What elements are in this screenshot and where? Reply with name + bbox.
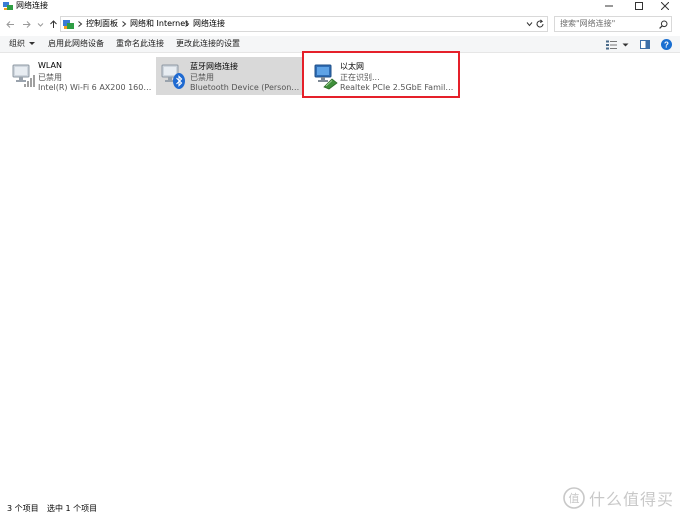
breadcrumb-network-connections[interactable]: 网络连接 bbox=[193, 17, 225, 31]
address-row: 控制面板 网络和 Internet 网络连接 搜索"网络连接" bbox=[0, 12, 680, 36]
arrow-right-icon bbox=[22, 20, 31, 28]
arrow-up-icon bbox=[49, 19, 57, 28]
chevron-right-icon bbox=[185, 21, 190, 27]
connection-name: 蓝牙网络连接 bbox=[190, 62, 238, 71]
control-panel-icon bbox=[63, 20, 74, 29]
recent-locations-button[interactable] bbox=[34, 17, 46, 31]
selected-count: 选中 1 个项目 bbox=[47, 504, 98, 513]
help-button[interactable]: ? bbox=[661, 39, 672, 50]
svg-text:?: ? bbox=[664, 40, 669, 49]
change-settings-button[interactable]: 更改此连接的设置 bbox=[176, 36, 240, 52]
connection-device: Intel(R) Wi-Fi 6 AX200 160MHz bbox=[38, 83, 154, 92]
chevron-down-icon bbox=[29, 42, 35, 45]
forward-button[interactable] bbox=[20, 17, 32, 31]
search-icon[interactable] bbox=[659, 20, 668, 29]
search-placeholder: 搜索"网络连接" bbox=[560, 19, 616, 28]
network-connections-icon bbox=[3, 2, 13, 10]
chevron-down-icon[interactable] bbox=[526, 21, 533, 27]
organize-menu[interactable]: 组织 bbox=[9, 36, 35, 52]
breadcrumb-control-panel[interactable]: 控制面板 bbox=[86, 17, 118, 31]
chevron-right-icon bbox=[122, 21, 127, 27]
close-button[interactable] bbox=[650, 0, 680, 12]
title-bar: 网络连接 bbox=[0, 0, 680, 12]
chevron-down-icon bbox=[37, 22, 43, 27]
search-box[interactable]: 搜索"网络连接" bbox=[554, 16, 672, 32]
connection-status: 已禁用 bbox=[38, 73, 62, 82]
help-icon: ? bbox=[661, 39, 672, 50]
rename-connection-button[interactable]: 重命名此连接 bbox=[116, 36, 164, 52]
back-button[interactable] bbox=[4, 17, 16, 31]
view-details-icon bbox=[606, 40, 617, 49]
breadcrumb-network-internet[interactable]: 网络和 Internet bbox=[130, 17, 188, 31]
highlight-annotation bbox=[302, 51, 460, 98]
watermark: 值 什么值得买 bbox=[563, 484, 674, 512]
address-bar[interactable]: 控制面板 网络和 Internet 网络连接 bbox=[60, 16, 548, 32]
watermark-text: 什么值得买 bbox=[588, 490, 674, 509]
chevron-down-icon bbox=[622, 43, 629, 46]
view-options-dropdown[interactable] bbox=[622, 39, 629, 50]
connection-device: Bluetooth Device (Personal Ar... bbox=[190, 83, 300, 92]
window-title: 网络连接 bbox=[16, 1, 48, 10]
preview-pane-button[interactable] bbox=[640, 39, 650, 50]
preview-pane-icon bbox=[640, 40, 650, 49]
bluetooth-adapter-icon bbox=[161, 64, 185, 89]
connection-status: 已禁用 bbox=[190, 73, 214, 82]
enable-device-button[interactable]: 启用此网络设备 bbox=[48, 36, 104, 52]
refresh-icon[interactable] bbox=[535, 19, 545, 29]
close-icon bbox=[661, 2, 669, 10]
svg-text:值: 值 bbox=[568, 492, 579, 505]
minimize-button[interactable] bbox=[594, 0, 624, 12]
up-button[interactable] bbox=[47, 17, 59, 31]
wifi-adapter-icon bbox=[12, 64, 35, 87]
connections-list: WLAN 已禁用 Intel(R) Wi-Fi 6 AX200 160MHz 蓝… bbox=[0, 53, 680, 501]
connection-item-wlan[interactable]: WLAN 已禁用 Intel(R) Wi-Fi 6 AX200 160MHz bbox=[4, 57, 154, 95]
watermark-logo-icon: 值 bbox=[563, 487, 585, 509]
organize-label: 组织 bbox=[9, 39, 25, 48]
minimize-icon bbox=[605, 5, 613, 7]
arrow-left-icon bbox=[5, 20, 14, 28]
connection-name: WLAN bbox=[38, 61, 63, 70]
connection-item-bluetooth[interactable]: 蓝牙网络连接 已禁用 Bluetooth Device (Personal Ar… bbox=[156, 57, 302, 95]
maximize-icon bbox=[635, 2, 643, 10]
change-view-button[interactable] bbox=[606, 39, 617, 50]
item-count: 3 个项目 bbox=[7, 504, 39, 513]
chevron-right-icon bbox=[78, 21, 83, 27]
